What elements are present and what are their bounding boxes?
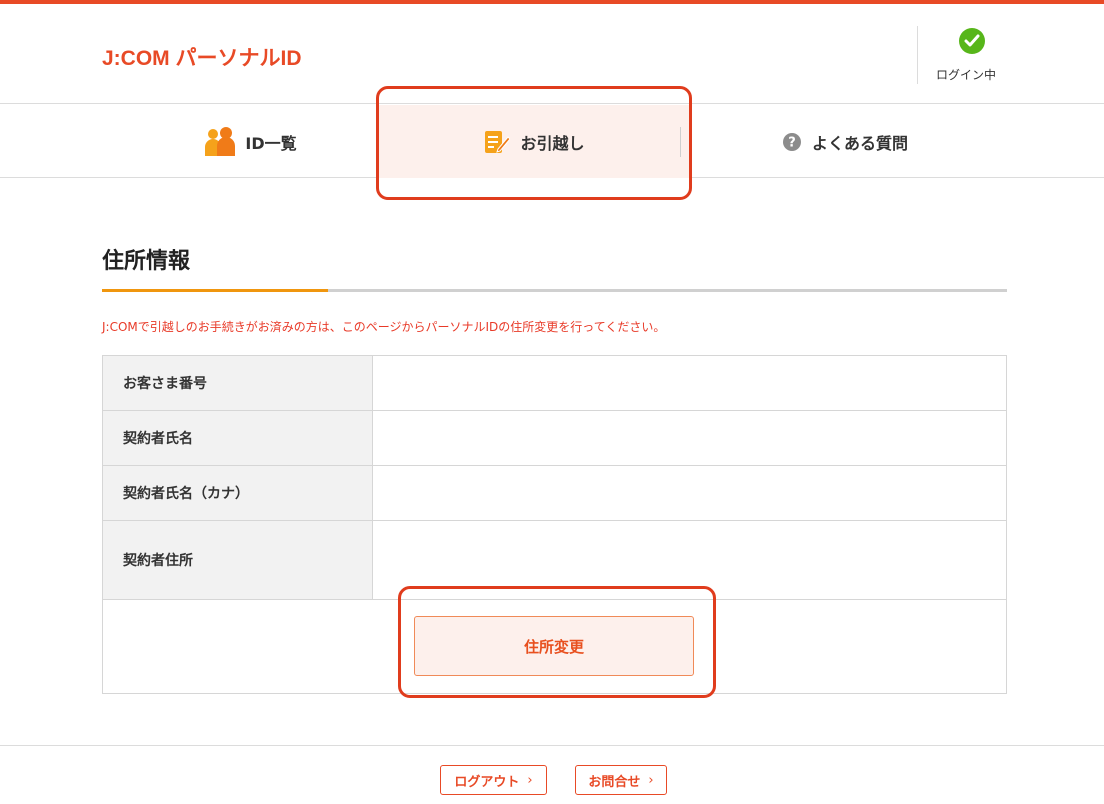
login-status-label: ログイン中	[936, 68, 997, 82]
nav-divider	[680, 127, 681, 157]
main-nav: ID一覧 お引越し ? よくある質問	[0, 105, 1104, 178]
login-status: ログイン中	[917, 26, 1037, 84]
address-change-button[interactable]: 住所変更	[414, 616, 694, 676]
contact-label: お問合せ	[588, 774, 641, 790]
table-row: 契約者氏名（カナ）	[103, 466, 1006, 521]
nav-item-id-list[interactable]: ID一覧	[190, 105, 310, 178]
question-circle-icon: ?	[782, 132, 802, 152]
nav-item-label: お引越し	[520, 133, 585, 153]
chevron-right-icon: ›	[527, 772, 533, 788]
nav-item-moving[interactable]: お引越し	[378, 105, 691, 178]
table-row: お客さま番号	[103, 356, 1006, 411]
svg-text:?: ?	[788, 135, 796, 150]
logout-label: ログアウト	[454, 774, 520, 790]
footer-divider	[0, 745, 1104, 746]
nav-item-label: よくある質問	[811, 133, 908, 153]
header: J:COM パーソナルID ログイン中	[0, 4, 1104, 104]
logo[interactable]: J:COM パーソナルID	[102, 42, 302, 72]
chevron-right-icon: ›	[648, 772, 654, 788]
row-label: 契約者氏名	[103, 411, 373, 465]
check-circle-icon	[959, 28, 985, 54]
row-label: お客さま番号	[103, 356, 373, 410]
table-row: 契約者氏名	[103, 411, 1006, 466]
contact-button[interactable]: お問合せ ›	[575, 765, 667, 795]
edit-document-icon	[484, 129, 511, 155]
row-value	[374, 521, 1006, 599]
table-row: 契約者住所	[103, 521, 1006, 600]
logout-button[interactable]: ログアウト ›	[440, 765, 547, 795]
notice-text: J:COMで引越しのお手続きがお済みの方は、このページからパーソナルIDの住所変…	[102, 320, 666, 334]
nav-item-label: ID一覧	[245, 133, 297, 153]
nav-item-faq[interactable]: ? よくある質問	[760, 105, 930, 178]
row-value	[374, 411, 1006, 465]
title-underline-accent	[102, 289, 328, 292]
row-value	[374, 356, 1006, 410]
users-icon	[203, 126, 236, 157]
row-label: 契約者氏名（カナ）	[103, 466, 373, 520]
row-label: 契約者住所	[103, 521, 373, 599]
row-value	[374, 466, 1006, 520]
page-title: 住所情報	[102, 249, 191, 274]
